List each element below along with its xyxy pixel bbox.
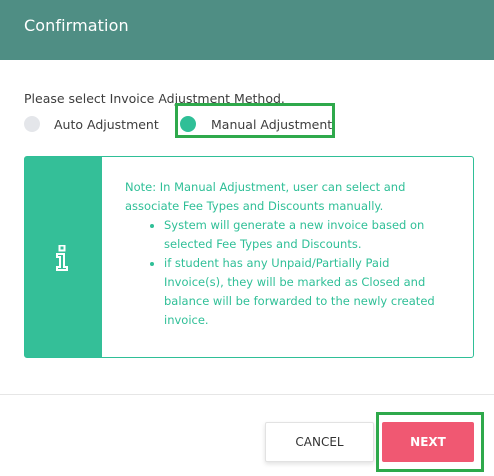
adjustment-method-prompt: Please select Invoice Adjustment Method. <box>24 91 285 106</box>
note-icon-panel <box>25 157 102 357</box>
radio-selected-icon <box>180 116 196 132</box>
dialog-header: Confirmation <box>0 0 494 60</box>
note-bullet: if student has any Unpaid/Partially Paid… <box>164 254 445 330</box>
note-bullet-list: System will generate a new invoice based… <box>125 216 445 330</box>
cancel-button[interactable]: CANCEL <box>265 422 374 462</box>
note-intro: Note: In Manual Adjustment, user can sel… <box>125 180 406 213</box>
auto-adjustment-radio[interactable]: Auto Adjustment <box>24 112 159 136</box>
dialog-title: Confirmation <box>24 16 129 35</box>
manual-adjustment-radio[interactable]: Manual Adjustment <box>180 112 332 136</box>
manual-adjustment-note: Note: In Manual Adjustment, user can sel… <box>24 156 474 358</box>
manual-adjustment-label: Manual Adjustment <box>211 116 333 132</box>
info-icon <box>56 245 68 271</box>
auto-adjustment-label: Auto Adjustment <box>54 116 159 132</box>
note-bullet: System will generate a new invoice based… <box>164 216 445 254</box>
note-content: Note: In Manual Adjustment, user can sel… <box>125 178 445 330</box>
confirmation-dialog: Confirmation Please select Invoice Adjus… <box>0 0 494 476</box>
next-button[interactable]: NEXT <box>382 422 474 462</box>
radio-unselected-icon <box>24 116 40 132</box>
footer-divider <box>0 394 494 395</box>
adjustment-method-radio-group: Auto Adjustment Manual Adjustment <box>24 112 484 136</box>
